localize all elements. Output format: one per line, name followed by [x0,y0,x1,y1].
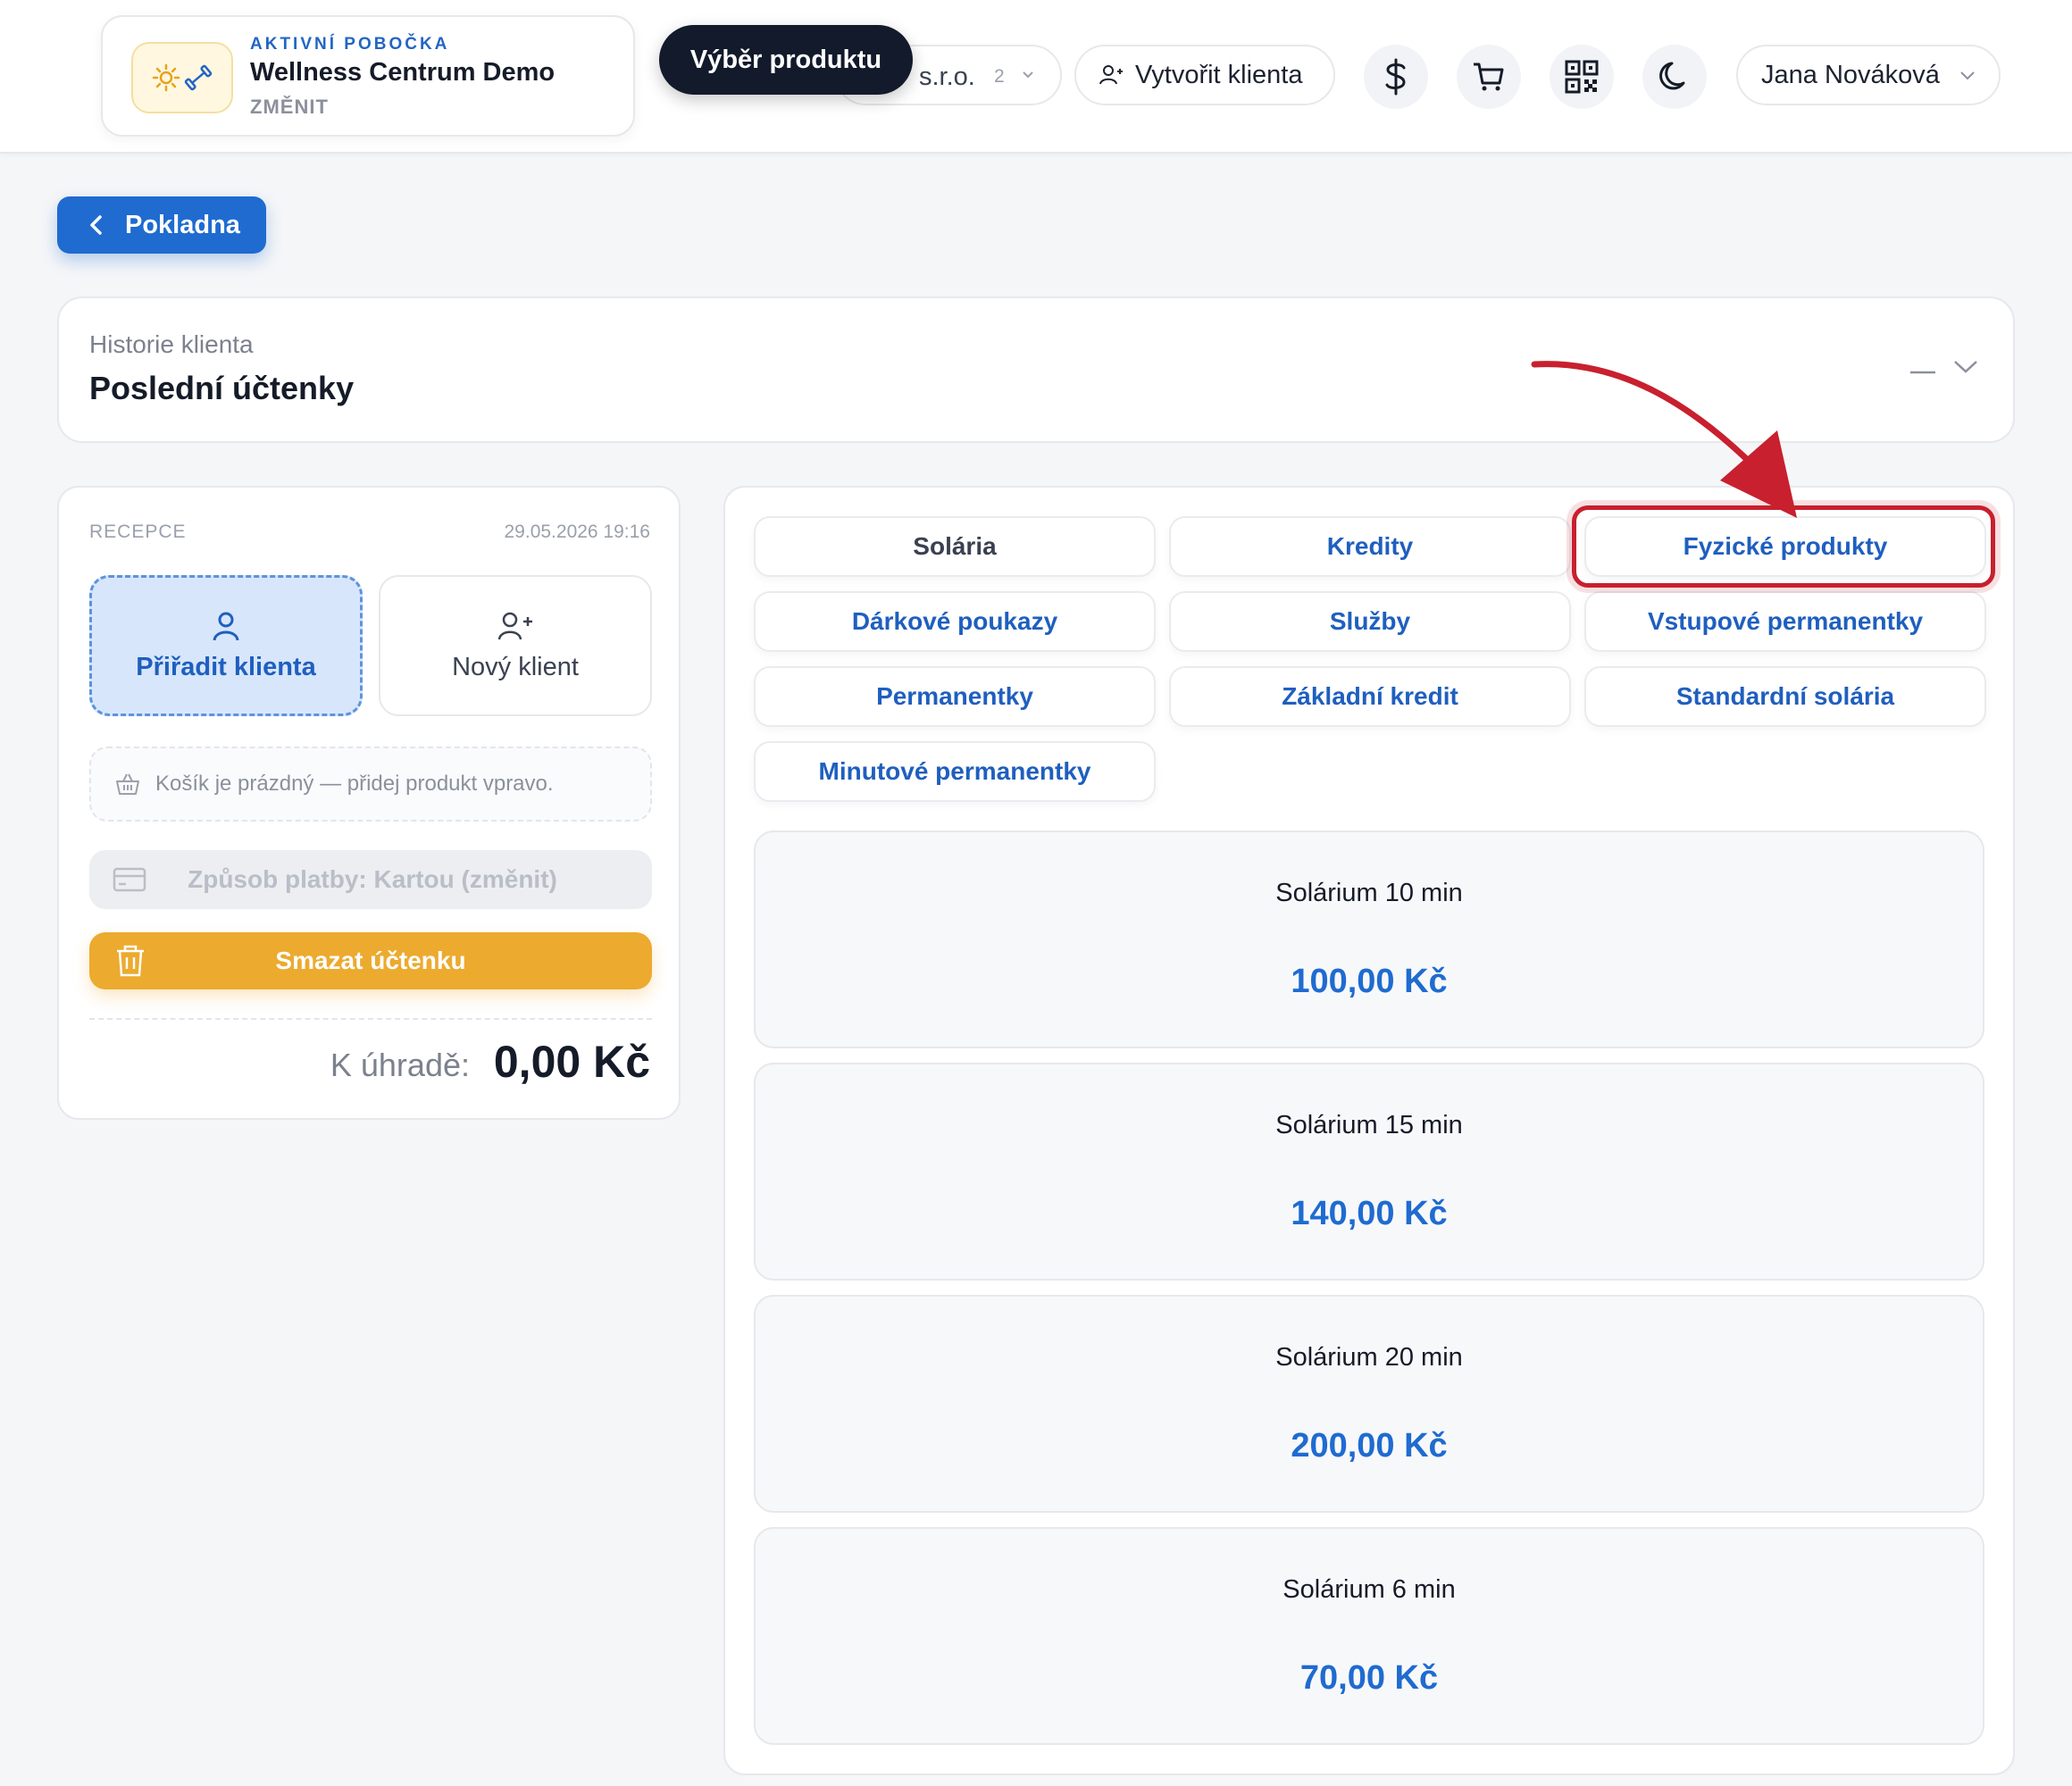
user-plus-icon [497,612,532,639]
client-history-panel[interactable]: Historie klienta Poslední účtenky [57,296,2015,443]
assign-client-button[interactable]: Přiřadit klienta [89,575,363,716]
create-client-button[interactable]: Vytvořit klienta [1074,45,1335,105]
product-price: 140,00 Kč [1291,1195,1448,1232]
product-price: 100,00 Kč [1291,963,1448,1000]
receipt-panel: RECEPCE 29.05.2026 19:16 Přiřadit klient… [57,486,681,1120]
user-plus-icon [1099,65,1123,85]
chevron-down-icon[interactable] [1952,352,1979,382]
history-kicker: Historie klienta [89,330,254,358]
category-zakladni-kredit[interactable]: Základní kredit [1169,666,1571,727]
branch-switcher[interactable]: AKTIVNÍ POBOČKA Wellness Centrum Demo ZM… [101,15,635,137]
total-value: 0,00 Kč [493,1037,650,1087]
product-price: 70,00 Kč [1299,1659,1439,1697]
branch-kicker: AKTIVNÍ POBOČKA [250,35,450,54]
theme-toggle[interactable] [1642,45,1707,109]
new-client-button[interactable]: Nový klient [379,575,652,716]
category-vstupove-permanentky[interactable]: Vstupové permanentky [1584,591,1986,652]
history-title: Poslední účtenky [89,370,355,406]
dollar-icon [1385,58,1406,96]
delete-receipt-button[interactable]: Smazat účtenku [89,932,652,989]
minimize-icon[interactable] [1909,352,1936,382]
chevron-down-icon [1960,71,1975,80]
back-button[interactable]: Pokladna [57,196,266,254]
qr-code-icon [1565,60,1599,94]
product-card[interactable]: Solárium 6 min 70,00 Kč [754,1527,1984,1745]
payment-method-label: Způsob platby: Kartou (změnit) [188,865,557,893]
payment-method-button[interactable]: Způsob platby: Kartou (změnit) [89,850,652,909]
product-price: 200,00 Kč [1291,1427,1448,1465]
create-client-label: Vytvořit klienta [1135,60,1303,89]
basket-icon [116,773,139,795]
user-name: Jana Nováková [1761,60,1940,89]
cart-icon [1474,63,1504,91]
chevron-left-icon [90,215,102,235]
assign-client-label: Přiřadit klienta [136,652,316,681]
sun-dumbbell-icon [152,63,213,92]
tooltip: Výběr produktu [659,25,913,95]
category-standardni-solaria[interactable]: Standardní solária [1584,666,1986,727]
product-name: Solárium 15 min [1275,1111,1463,1139]
branch-change-link[interactable]: ZMĚNIT [250,96,329,119]
category-kredity[interactable]: Kredity [1169,516,1571,577]
cart-button[interactable] [1457,45,1521,109]
moon-icon [1659,62,1685,90]
qr-button[interactable] [1550,45,1614,109]
category-solaria[interactable]: Solária [754,516,1156,577]
top-bar: AKTIVNÍ POBOČKA Wellness Centrum Demo ZM… [0,0,2072,154]
delete-receipt-label: Smazat účtenku [275,947,466,974]
receipt-location: RECEPCE [89,522,187,542]
product-name: Solárium 10 min [1275,879,1463,907]
company-count: 2 [994,66,1005,87]
credit-card-icon [113,867,146,892]
category-darkove-poukazy[interactable]: Dárkové poukazy [754,591,1156,652]
branch-logo [131,42,233,113]
branch-name: Wellness Centrum Demo [250,58,556,87]
product-card[interactable]: Solárium 20 min 200,00 Kč [754,1295,1984,1513]
category-fyzicke-produkty[interactable]: Fyzické produkty [1584,516,1986,577]
dollar-button[interactable] [1364,45,1428,109]
company-name: s.r.o. [919,63,975,91]
total-label: K úhradě: [330,1047,470,1083]
category-sluzby[interactable]: Služby [1169,591,1571,652]
chevron-down-icon [1021,68,1035,87]
history-controls[interactable] [1909,352,1979,382]
back-button-label: Pokladna [125,210,240,239]
product-name: Solárium 20 min [1275,1343,1463,1372]
receipt-date: 29.05.2026 19:16 [504,522,651,542]
product-card[interactable]: Solárium 15 min 140,00 Kč [754,1063,1984,1281]
user-icon [213,612,239,640]
trash-icon [117,945,144,977]
new-client-label: Nový klient [452,652,579,681]
cart-empty-notice: Košík je prázdný — přidej produkt vpravo… [89,747,652,822]
user-menu[interactable]: Jana Nováková [1736,45,2001,105]
product-card[interactable]: Solárium 10 min 100,00 Kč [754,830,1984,1048]
divider [89,1018,652,1020]
category-permanentky[interactable]: Permanentky [754,666,1156,727]
product-name: Solárium 6 min [1282,1575,1456,1604]
cart-empty-text: Košík je prázdný — přidej produkt vpravo… [155,772,554,796]
category-minutove-permanentky[interactable]: Minutové permanentky [754,741,1156,802]
